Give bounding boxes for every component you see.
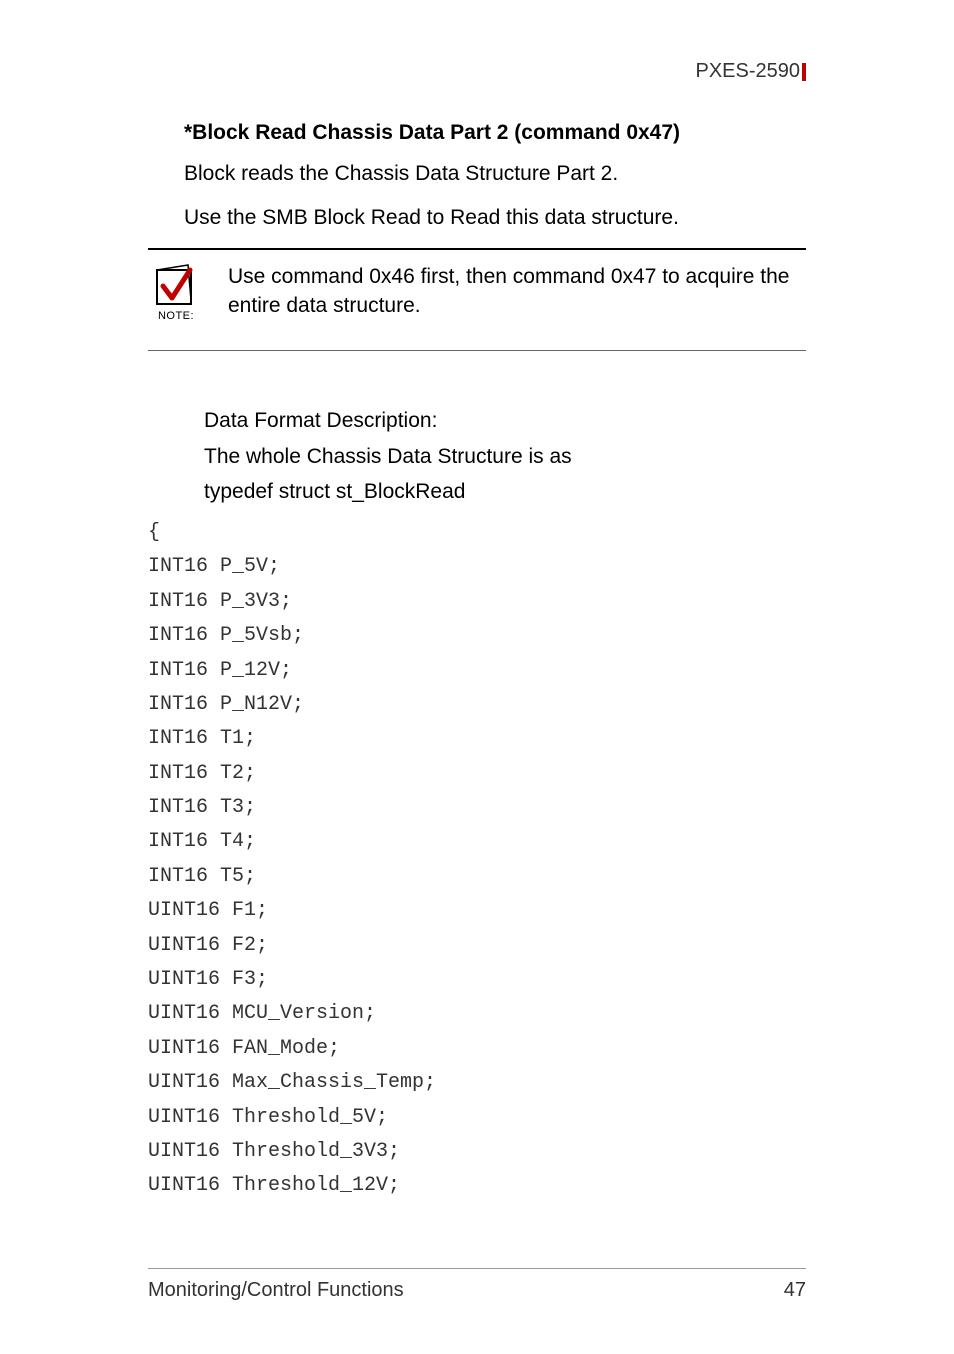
desc-line-3: typedef struct st_BlockRead (204, 474, 806, 510)
description-block: Data Format Description: The whole Chass… (204, 403, 806, 510)
desc-line-2: The whole Chassis Data Structure is as (204, 439, 806, 475)
section-para-1: Block reads the Chassis Data Structure P… (184, 159, 806, 189)
note-checkmark-icon (154, 262, 198, 306)
desc-line-1: Data Format Description: (204, 403, 806, 439)
section-title: *Block Read Chassis Data Part 2 (command… (184, 121, 806, 145)
accent-bar (802, 63, 806, 81)
section-para-2: Use the SMB Block Read to Read this data… (184, 203, 806, 233)
note-icon-wrap: NOTE: (154, 262, 198, 322)
code-struct: { INT16 P_5V; INT16 P_3V3; INT16 P_5Vsb;… (148, 516, 806, 1204)
product-name: PXES-2590 (695, 60, 800, 82)
note-block: NOTE: Use command 0x46 first, then comma… (148, 248, 806, 351)
footer-section: Monitoring/Control Functions (148, 1279, 404, 1302)
note-text: Use command 0x46 first, then command 0x4… (228, 262, 806, 321)
page-header: PXES-2590 (148, 60, 806, 83)
footer-page-number: 47 (784, 1279, 806, 1302)
note-caption: NOTE: (158, 310, 194, 322)
page-footer: Monitoring/Control Functions 47 (148, 1268, 806, 1302)
